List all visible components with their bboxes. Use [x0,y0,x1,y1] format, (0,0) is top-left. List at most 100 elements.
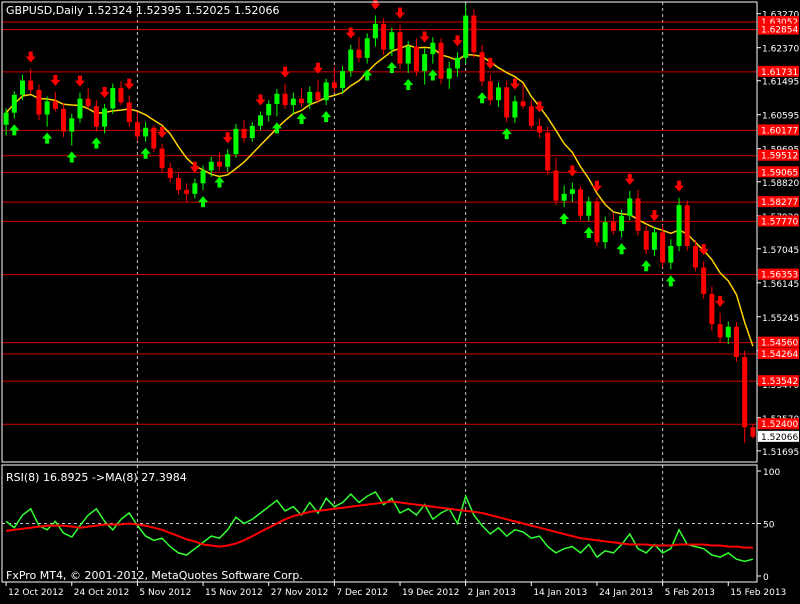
candle-body [77,98,83,119]
candle-body [299,98,305,104]
candle-body [184,190,190,194]
time-tick-label: 14 Jan 2013 [533,588,587,598]
candle-body [274,93,280,104]
candle-body [36,89,42,115]
candle-body [381,23,387,50]
candle-body [520,101,526,107]
candle-body [331,82,337,89]
candle-body [249,125,255,138]
candle-body [397,32,403,64]
time-tick-label: 5 Feb 2013 [665,588,715,598]
candle-body [290,98,296,106]
candle-body [610,222,616,231]
price-level-label: 1.58277 [761,198,798,208]
candle-body [340,71,346,89]
rsi-tick-label: 100 [763,468,780,478]
candle-body [676,205,682,246]
candle-body [315,91,321,101]
price-tick-label: 1.62370 [762,45,799,55]
candle [594,197,600,247]
candle-body [553,170,559,201]
candle-body [487,81,493,101]
candle-body [258,115,264,126]
candle-body [446,68,452,79]
chart-window: 1.632701.623701.614951.605951.596951.588… [0,0,800,600]
candle-body [216,161,222,167]
candle-body [192,183,198,194]
candle-body [118,88,124,103]
candle-body [684,205,690,246]
candle-body [651,232,657,250]
price-level-label: 1.57770 [761,217,798,227]
candle-body [594,201,600,243]
candle [733,322,739,362]
time-tick-label: 12 Oct 2012 [8,588,64,598]
candle-body [660,232,666,263]
price-tick-label: 1.58820 [762,179,799,189]
time-tick-label: 7 Dec 2012 [336,588,388,598]
rsi-header: RSI(8) 16.8925 ->MA(8) 27.3984 [6,471,187,484]
price-level-label: 1.56353 [761,271,798,281]
candle-body [3,112,9,125]
candle-body [504,87,510,118]
candle-body [430,42,436,55]
candle-body [405,46,411,64]
copyright-footer: FxPro MT4, © 2001-2012, MetaQuotes Softw… [6,569,303,582]
time-tick-label: 15 Nov 2012 [205,588,263,598]
candle-body [61,108,67,132]
candle-body [454,57,460,69]
chart-canvas[interactable]: 1.632701.623701.614951.605951.596951.588… [0,0,800,600]
candle-body [619,215,625,231]
candle-body [725,326,731,338]
candle-body [422,54,428,72]
candle-body [701,267,707,294]
candle-body [323,82,329,101]
candle-body [200,170,206,184]
symbol-header: GBPUSD,Daily 1.52324 1.52395 1.52025 1.5… [6,4,279,17]
candle-body [159,148,165,169]
price-level-label: 1.59512 [761,152,798,162]
candle-body [102,108,108,127]
candle-body [241,128,247,138]
candle [676,197,682,252]
candle-body [413,46,419,72]
candle-body [356,49,362,58]
price-level-label: 1.54560 [761,339,798,349]
candle-body [11,94,17,113]
time-tick-label: 24 Oct 2012 [74,588,130,598]
candle-body [463,15,469,58]
price-level-label: 1.60177 [761,126,798,136]
time-tick-label: 15 Feb 2013 [730,588,786,598]
candle-body [668,245,674,263]
rsi-tick-label: 0 [763,573,769,583]
candle-body [93,106,99,127]
time-tick-label: 5 Nov 2012 [139,588,191,598]
candle-body [282,93,288,106]
candle-body [733,326,739,358]
candle-body [44,101,50,115]
candle-body [438,42,444,79]
price-tick-label: 1.51695 [762,448,799,458]
candle [471,9,477,58]
candle-body [742,357,748,428]
price-level-label: 1.53542 [761,377,798,387]
candle-body [225,154,231,167]
rsi-tick-label: 50 [763,521,775,531]
price-tick-label: 1.55245 [762,314,799,324]
candle-body [85,98,91,107]
candle-body [709,293,715,325]
candle [545,126,551,175]
candle-body [537,125,543,133]
time-tick-label: 2 Jan 2013 [468,588,516,598]
candle-body [28,80,34,90]
candle-body [69,118,75,132]
candle [684,200,690,251]
candle-body [52,101,58,109]
candle [438,38,444,85]
price-tick-label: 1.56145 [762,280,799,290]
price-level-label: 1.62854 [761,26,798,36]
candle-body [471,15,477,53]
candle-body [20,80,26,95]
candle-body [134,122,140,137]
candle-body [143,127,149,137]
